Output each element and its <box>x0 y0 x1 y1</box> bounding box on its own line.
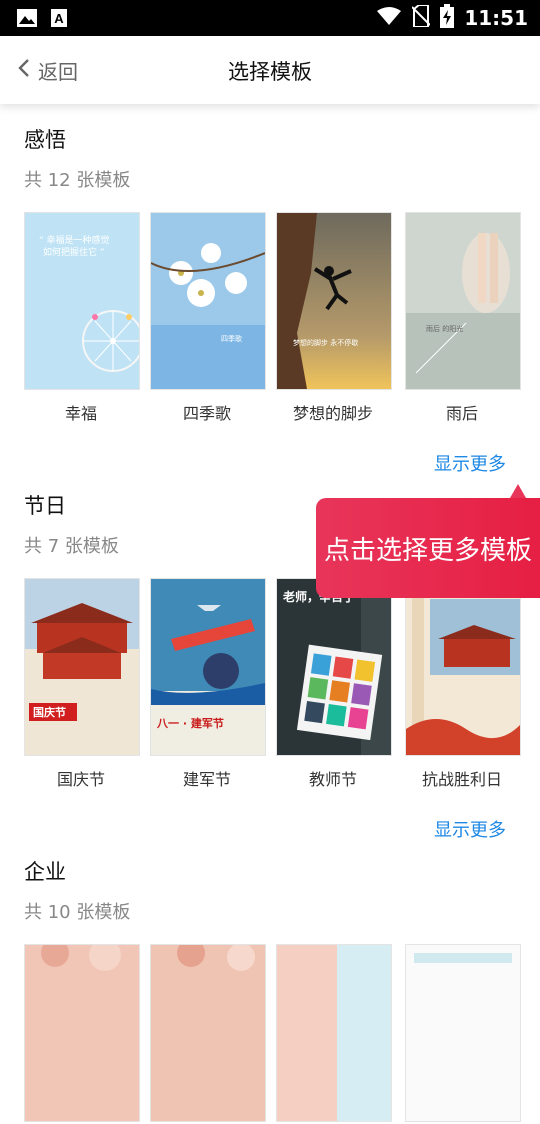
image-icon <box>16 8 38 32</box>
svg-text:雨后 的阳光: 雨后 的阳光 <box>426 324 463 333</box>
template-label: 四季歌 <box>182 404 231 423</box>
template-thumbnail[interactable] <box>24 944 140 1122</box>
template-thumbnail[interactable]: 梦想的脚步 永不停歇 <box>276 212 392 390</box>
template-label: 雨后 <box>445 404 478 423</box>
top-app-bar: 返回 选择模板 <box>0 36 540 104</box>
svg-text:四季歌: 四季歌 <box>221 334 242 343</box>
template-thumbnail[interactable]: 国庆节 <box>24 578 140 756</box>
more-templates-tooltip[interactable]: 点击选择更多模板 <box>316 498 540 598</box>
poster-text: 国庆节 <box>33 705 66 719</box>
template-row: 国庆节 八一 · 建军节 老师，辛苦了 <box>24 578 524 758</box>
template-label: 建军节 <box>182 770 231 789</box>
template-label: 教师节 <box>308 770 357 789</box>
template-thumbnail[interactable] <box>405 578 521 756</box>
template-thumbnail[interactable]: 老师，辛苦了 <box>276 578 392 756</box>
template-label: 梦想的脚步 <box>292 404 373 423</box>
template-thumbnail[interactable]: 八一 · 建军节 <box>150 578 266 756</box>
show-more-link[interactable]: 显示更多 <box>434 816 506 842</box>
svg-text:A: A <box>54 11 64 26</box>
battery-charging-icon <box>440 4 455 32</box>
section-title: 感悟 <box>24 128 66 152</box>
show-more-link[interactable]: 显示更多 <box>434 450 506 476</box>
clock: 11:51 <box>464 6 528 30</box>
svg-text:“ 幸福是一种感觉: “ 幸福是一种感觉 <box>39 234 110 246</box>
section-title: 节日 <box>24 494 66 518</box>
section-count: 共 10 张模板 <box>24 902 131 923</box>
status-bar: A 11:51 <box>0 0 540 36</box>
template-label: 国庆节 <box>56 770 105 789</box>
a-icon: A <box>50 8 68 32</box>
no-sim-icon <box>411 4 432 31</box>
template-row <box>24 944 524 1124</box>
template-thumbnail[interactable] <box>276 944 392 1122</box>
svg-text:梦想的脚步 永不停歇: 梦想的脚步 永不停歇 <box>293 338 358 347</box>
section-title: 企业 <box>24 860 66 884</box>
template-thumbnail[interactable] <box>150 944 266 1122</box>
template-thumbnail[interactable]: 四季歌 <box>150 212 266 390</box>
section-count: 共 12 张模板 <box>24 170 131 191</box>
svg-text:如何把握住它 ”: 如何把握住它 ” <box>43 246 105 258</box>
template-thumbnail[interactable]: “ 幸福是一种感觉 如何把握住它 ” <box>24 212 140 390</box>
section-count: 共 7 张模板 <box>24 536 119 557</box>
tooltip-arrow <box>510 484 526 498</box>
wifi-icon <box>376 6 402 30</box>
template-thumbnail[interactable]: 雨后 的阳光 <box>405 212 521 390</box>
template-thumbnail[interactable] <box>405 944 521 1122</box>
template-label: 抗战胜利日 <box>421 770 502 789</box>
template-row: “ 幸福是一种感觉 如何把握住它 ” 四季歌 梦想的脚步 永不停歇 雨后 的阳光 <box>24 212 524 392</box>
page-title: 选择模板 <box>228 60 312 84</box>
poster-text: 八一 · 建军节 <box>156 716 224 730</box>
template-label: 幸福 <box>64 404 97 423</box>
